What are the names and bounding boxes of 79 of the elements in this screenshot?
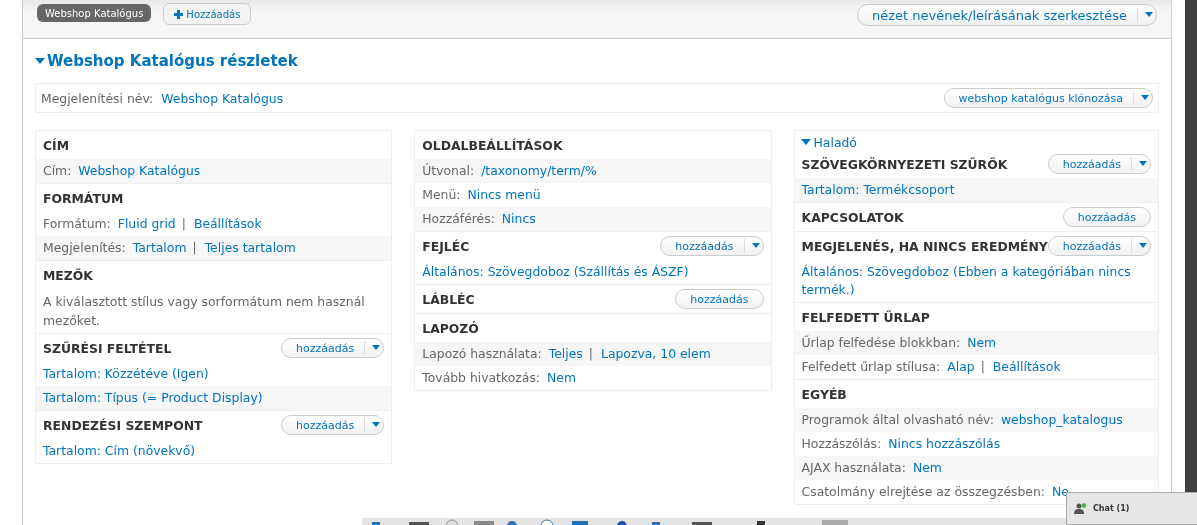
field-label: Programok által olvasható név: <box>801 412 994 427</box>
value-link[interactable]: Alap <box>947 359 975 374</box>
section-title: FORMÁTUM <box>43 190 124 206</box>
value-link[interactable]: Beállítások <box>992 359 1061 374</box>
value-link[interactable]: Nem <box>967 335 997 350</box>
value-link[interactable]: Tartalom <box>132 240 187 255</box>
field-label: Megjelenítés: <box>43 240 126 255</box>
field-label: Útvonal: <box>422 163 475 178</box>
section-title: OLDALBEÁLLÍTÁSOK <box>422 137 563 153</box>
caret-icon[interactable] <box>1136 243 1150 249</box>
add-button[interactable]: hozzáadás <box>1047 154 1151 174</box>
value-link[interactable]: Teljes <box>548 346 583 361</box>
add-button[interactable]: hozzáadás <box>281 338 385 358</box>
section-title: LÁBLÉC <box>422 291 475 307</box>
separator-text: | <box>192 240 197 255</box>
chat-label: Chat (1) <box>1093 504 1130 513</box>
section-title: FELFEDETT ŰRLAP <box>801 309 930 325</box>
add-button[interactable]: hozzáadás <box>1047 236 1151 256</box>
section-title: SZŰRÉSI FELTÉTEL <box>43 340 172 356</box>
item-link[interactable]: Általános: Szövegdoboz (Ebben a kategóriában nincs termék.) <box>801 263 1151 299</box>
value-link[interactable]: Nincs menü <box>467 187 541 202</box>
add-button[interactable]: hozzáadás <box>660 236 764 256</box>
separator-text: | <box>980 359 985 374</box>
field-label: Formátum: <box>43 216 111 231</box>
value-link[interactable]: Nincs <box>501 211 536 226</box>
value-link[interactable]: Nem <box>912 460 942 475</box>
separator-text: | <box>181 216 186 231</box>
section-title: MEZŐK <box>43 267 93 283</box>
add-button[interactable]: hozzáadás <box>281 415 385 435</box>
section-title: SZÖVEGKÖRNYEZETI SZŰRŐK <box>801 156 1008 172</box>
field-label: AJAX használata: <box>801 460 906 475</box>
add-button[interactable]: hozzáadás <box>675 289 764 309</box>
caret-icon[interactable] <box>1136 161 1150 167</box>
edit-view-button[interactable]: nézet nevének/leírásának szerkesztése <box>857 4 1157 26</box>
field-label: Űrlap felfedése blokkban: <box>801 335 961 350</box>
item-link[interactable]: Tartalom: Cím (növekvő) <box>43 442 385 460</box>
clone-button[interactable]: webshop katalógus klónozása <box>943 88 1153 108</box>
section-title: LAPOZÓ <box>422 320 479 336</box>
field-label: Csatolmány elrejtése az összegzésben: <box>801 484 1045 499</box>
info-text: A kiválasztott stílus vagy sorformátum nem használ mezőket. <box>43 294 365 328</box>
item-link[interactable]: Tartalom: Közzétéve (Igen) <box>43 365 385 383</box>
value-link[interactable]: Beállítások <box>193 216 262 231</box>
caret-icon[interactable] <box>35 57 45 65</box>
section-title: RENDEZÉSI SZEMPONT <box>43 417 203 433</box>
add-button[interactable]: Hozzáadás <box>163 3 252 25</box>
field-label: Lapozó használata: <box>422 346 542 361</box>
user-icon <box>1074 503 1087 514</box>
value-link[interactable]: Nem <box>547 370 576 385</box>
value-link[interactable]: Nincs hozzászólás <box>888 436 1001 451</box>
field-label: Felfedett űrlap stílusa: <box>801 359 941 374</box>
value-link[interactable]: /taxonomy/term/% <box>481 163 597 178</box>
section-title: FEJLÉC <box>422 238 470 254</box>
add-button[interactable]: hozzáadás <box>1062 207 1151 227</box>
item-link[interactable]: Általános: Szövegdoboz (Szállítás és ÁSZF) <box>422 263 764 281</box>
section-title: EGYÉB <box>801 386 847 402</box>
value-link[interactable]: Fluid grid <box>117 216 176 231</box>
field-label: Tovább hivatkozás: <box>422 370 541 385</box>
advanced-toggle[interactable]: Haladó <box>800 135 857 150</box>
field-label: Cím: <box>43 163 72 178</box>
value-link[interactable]: Webshop Katalógus <box>161 90 284 106</box>
separator-text: | <box>588 346 593 361</box>
section-title: KAPCSOLATOK <box>801 209 904 225</box>
view-tab[interactable]: Webshop Katalógus <box>37 4 152 22</box>
value-link[interactable]: Teljes tartalom <box>204 240 296 255</box>
field-label: Hozzászólás: <box>801 436 882 451</box>
section-title: MEGJELENÉS, HA NINCS EREDMÉNY <box>801 238 1048 254</box>
field-label: Hozzáférés: <box>422 211 495 226</box>
value-link[interactable]: webshop_katalogus <box>1000 412 1123 427</box>
value-link[interactable]: Webshop Katalógus <box>78 163 201 178</box>
field-label: Megjelenítési név: <box>41 90 154 106</box>
section-heading[interactable]: Webshop Katalógus részletek <box>35 49 1159 73</box>
caret-icon[interactable] <box>800 139 811 146</box>
caret-icon[interactable] <box>1138 95 1152 101</box>
caret-icon[interactable] <box>1142 12 1156 18</box>
chat-bar[interactable]: Chat (1) <box>1066 492 1197 525</box>
section-title: CÍM <box>43 137 70 153</box>
field-label: Menü: <box>422 187 461 202</box>
value-link[interactable]: Lapozva, 10 elem <box>601 346 711 361</box>
plus-icon <box>174 9 184 19</box>
